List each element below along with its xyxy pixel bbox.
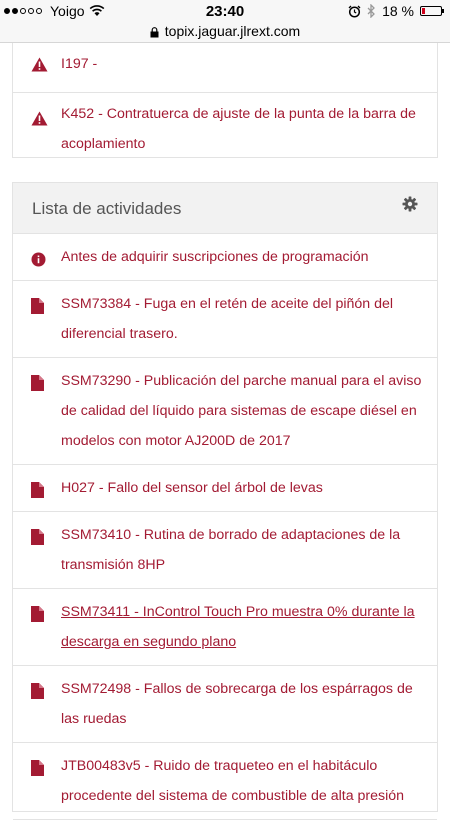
- document-icon: [31, 295, 44, 325]
- document-icon: [31, 479, 44, 509]
- activities-title: Lista de actividades: [32, 199, 182, 218]
- alerts-card: I197 - K452 - Contratuerca de ajuste de …: [12, 43, 438, 158]
- status-bar: Yoigo 23:40 18 %: [0, 0, 450, 22]
- alarm-icon: [348, 5, 361, 18]
- activity-item[interactable]: Antes de adquirir suscripciones de progr…: [13, 234, 437, 281]
- activity-link[interactable]: SSM73290 - Publicación del parche manual…: [61, 373, 421, 449]
- activity-item[interactable]: SSM73410 - Rutina de borrado de adaptaci…: [13, 512, 437, 589]
- document-icon: [31, 603, 44, 633]
- url-text: topix.jaguar.jlrext.com: [164, 23, 301, 39]
- document-icon: [31, 757, 44, 787]
- info-icon: [31, 248, 46, 278]
- battery-level: [422, 8, 425, 14]
- activity-link[interactable]: JTB00483v5 - Ruido de traqueteo en el ha…: [61, 758, 404, 804]
- activity-item[interactable]: JTB00483v5 - Ruido de traqueteo en el ha…: [13, 743, 437, 820]
- activities-header: Lista de actividades: [13, 183, 437, 234]
- gear-icon[interactable]: [402, 196, 418, 217]
- document-icon: [31, 680, 44, 710]
- activity-link[interactable]: SSM73384 - Fuga en el retén de aceite de…: [61, 296, 393, 342]
- address-bar[interactable]: topix.jaguar.jlrext.com: [0, 22, 450, 43]
- lock-icon: [150, 26, 159, 38]
- alert-link[interactable]: K452 - Contratuerca de ajuste de la punt…: [61, 106, 416, 152]
- activity-link[interactable]: SSM73411 - InControl Touch Pro muestra 0…: [61, 604, 415, 650]
- activity-item[interactable]: SSM72498 - Fallos de sobrecarga de los e…: [13, 666, 437, 743]
- activity-item[interactable]: SSM73384 - Fuga en el retén de aceite de…: [13, 281, 437, 358]
- warning-icon: [31, 53, 48, 83]
- status-right: 18 %: [348, 3, 444, 19]
- activity-item[interactable]: SSM73290 - Publicación del parche manual…: [13, 358, 437, 465]
- activity-item[interactable]: H027 - Fallo del sensor del árbol de lev…: [13, 465, 437, 512]
- alert-link[interactable]: I197 -: [61, 56, 97, 72]
- battery-percent: 18 %: [382, 3, 414, 19]
- battery-icon: [420, 6, 444, 16]
- bluetooth-icon: [367, 4, 375, 18]
- document-icon: [31, 526, 44, 556]
- activity-link[interactable]: SSM73410 - Rutina de borrado de adaptaci…: [61, 527, 400, 573]
- activities-card: Lista de actividades Antes de adquirir s…: [12, 182, 438, 820]
- activity-link[interactable]: SSM72498 - Fallos de sobrecarga de los e…: [61, 681, 413, 727]
- document-icon: [31, 372, 44, 402]
- warning-icon: [31, 107, 48, 137]
- activity-link[interactable]: H027 - Fallo del sensor del árbol de lev…: [61, 480, 323, 496]
- alert-item[interactable]: I197 -: [13, 43, 437, 93]
- alert-item[interactable]: K452 - Contratuerca de ajuste de la punt…: [13, 93, 437, 167]
- activity-item[interactable]: SSM73411 - InControl Touch Pro muestra 0…: [13, 589, 437, 666]
- activity-link[interactable]: Antes de adquirir suscripciones de progr…: [61, 249, 369, 265]
